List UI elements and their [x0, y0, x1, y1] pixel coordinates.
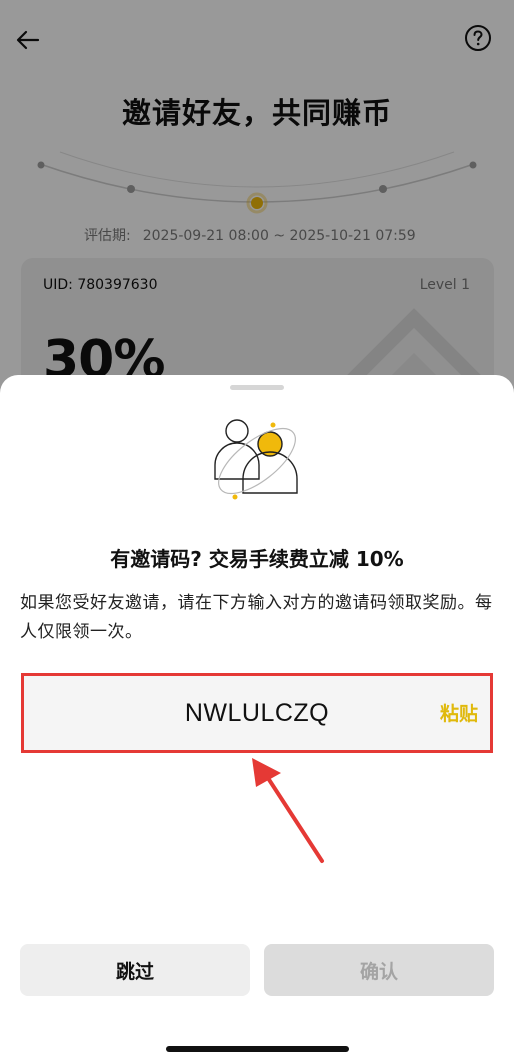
invite-code-input[interactable]: [24, 676, 490, 750]
sheet-description: 如果您受好友邀请，请在下方输入对方的邀请码领取奖励。每人仅限领一次。: [20, 593, 493, 642]
home-indicator: [166, 1046, 349, 1052]
invite-code-sheet: 有邀请码? 交易手续费立减 10% 如果您受好友邀请，请在下方输入对方的邀请码领…: [0, 375, 514, 1060]
invite-code-field[interactable]: 粘贴: [24, 676, 490, 750]
red-arrow-annotation: [252, 758, 324, 863]
invite-users-illustration: [214, 419, 298, 500]
paste-button[interactable]: 粘贴: [440, 699, 478, 726]
drag-handle[interactable]: [230, 385, 284, 390]
confirm-button[interactable]: 确认: [264, 944, 494, 996]
skip-button[interactable]: 跳过: [20, 944, 250, 996]
sheet-title: 有邀请码? 交易手续费立减 10%: [110, 547, 404, 571]
